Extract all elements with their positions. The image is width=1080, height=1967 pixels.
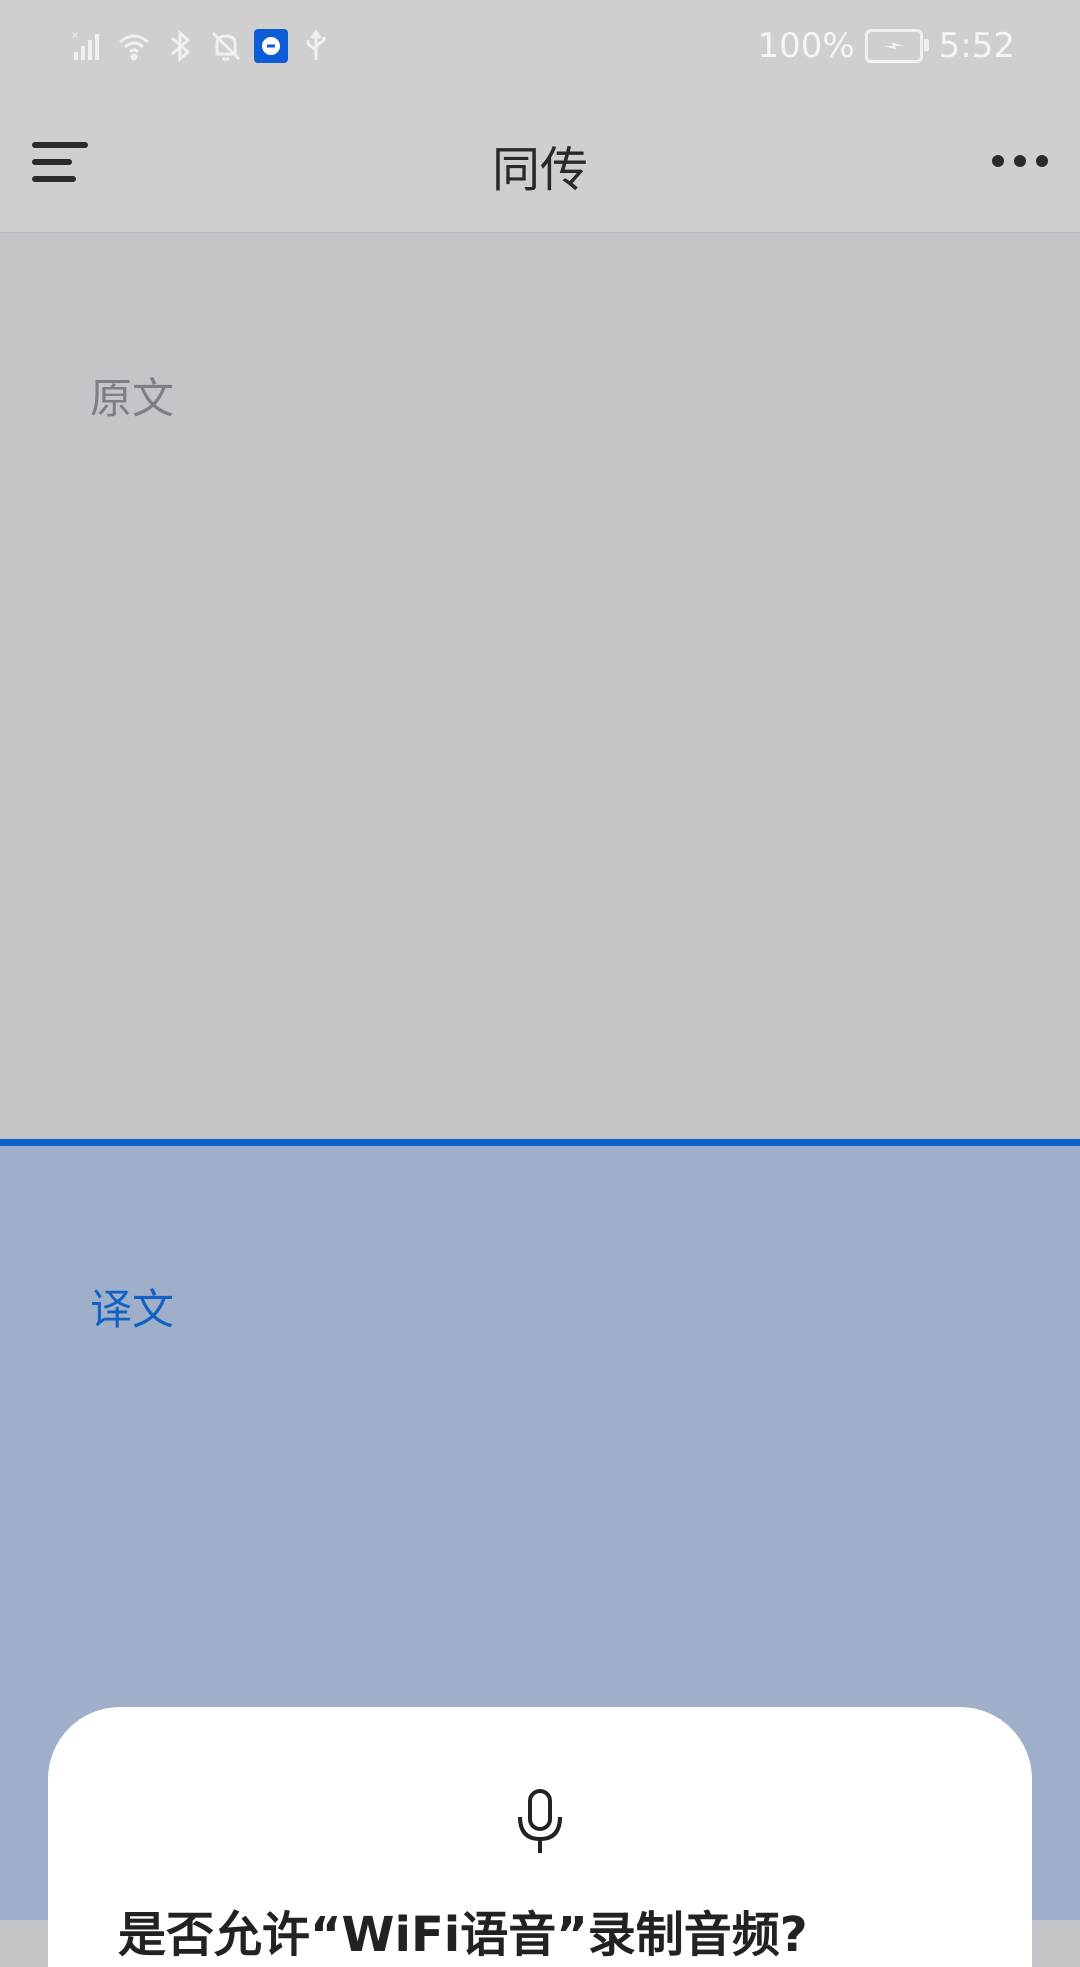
more-options-button[interactable] [990, 138, 1050, 184]
svg-text:×: × [71, 30, 79, 41]
source-label: 原文 [90, 374, 175, 423]
page-title: 同传 [491, 142, 588, 198]
bluetooth-icon [162, 26, 198, 66]
pane-divider [0, 1139, 1080, 1146]
status-time: 5:52 [938, 26, 1015, 66]
bell-off-icon [208, 26, 244, 66]
signal-icon: × [70, 26, 106, 66]
permission-prompt: 是否允许“WiFi语音”录制音频? [118, 1907, 808, 1963]
source-text-pane[interactable]: 原文 [0, 233, 1080, 1139]
more-icon [992, 155, 1048, 167]
app-notification-icon [254, 29, 288, 63]
battery-percent: 100% [757, 26, 855, 66]
permission-sheet: 是否允许“WiFi语音”录制音频? [48, 1707, 1032, 1967]
wifi-icon [116, 26, 152, 66]
translation-label: 译文 [90, 1285, 175, 1334]
app-bar: 同传 [0, 92, 1080, 233]
battery-icon [864, 29, 929, 63]
status-bar: × 100% 5:52 [0, 0, 1080, 92]
microphone-icon [510, 1787, 570, 1857]
usb-icon [298, 26, 334, 66]
